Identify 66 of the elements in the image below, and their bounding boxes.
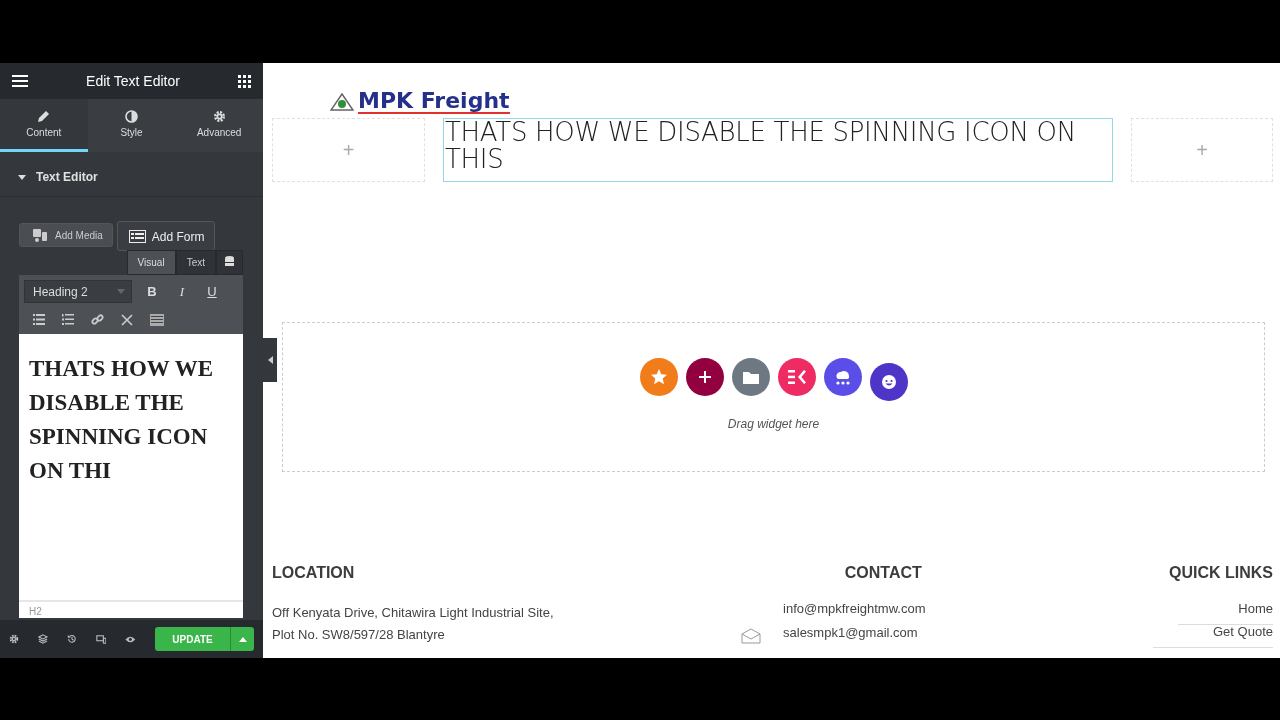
folder-button[interactable]	[731, 358, 770, 396]
caret-icon	[18, 174, 26, 180]
gear-icon	[212, 110, 226, 123]
logo-text[interactable]: MPK Freight	[358, 90, 510, 114]
caret-icon	[117, 289, 125, 294]
format-button[interactable]: B	[142, 284, 162, 299]
envelope-icon	[741, 628, 761, 644]
quick-link[interactable]: Home	[1178, 598, 1273, 625]
logo-icon	[330, 93, 354, 111]
format-button[interactable]: U	[202, 284, 222, 299]
email-link[interactable]: salesmpk1@gmail.com	[783, 622, 926, 644]
keyboard-icon[interactable]	[150, 313, 164, 326]
element-path: H2	[19, 600, 243, 618]
media-icon	[33, 228, 49, 242]
media-button[interactable]: Add Media	[19, 223, 113, 247]
panel-tab[interactable]: Style	[87, 99, 176, 152]
menu-icon[interactable]	[12, 75, 28, 87]
drop-hint: Drag widget here	[727, 417, 820, 431]
history-icon[interactable]	[66, 633, 77, 645]
editor-text[interactable]: THATS HOW WE DISABLE THE SPINNING ICON ON THI	[19, 334, 243, 488]
email-link[interactable]: info@mpkfreightmw.com	[783, 598, 926, 620]
add-button[interactable]	[685, 358, 724, 396]
update-options-button[interactable]	[230, 627, 254, 651]
heading-widget[interactable]: THATS HOW WE DISABLE THE SPINNING ICON ON THIS	[443, 118, 1113, 182]
plus-icon	[697, 370, 712, 384]
bullet-list-icon[interactable]	[33, 314, 45, 325]
contrast-icon	[125, 110, 138, 123]
footer-heading: CONTACT	[844, 564, 922, 582]
eye-icon[interactable]	[125, 634, 136, 644]
face-icon	[880, 374, 897, 390]
grid-icon[interactable]	[238, 74, 251, 88]
kit-button[interactable]	[777, 358, 816, 396]
format-button[interactable]: I	[172, 283, 192, 300]
editor-mode-tab[interactable]: Text	[175, 250, 216, 275]
panel-tab[interactable]: Advanced	[175, 99, 263, 152]
quick-link[interactable]: Get Quote	[1153, 621, 1273, 648]
pencil-icon	[37, 110, 51, 123]
face-button[interactable]	[869, 363, 908, 401]
drop-zone[interactable]: Drag widget here	[282, 322, 1265, 472]
responsive-icon[interactable]	[95, 633, 107, 645]
address-line: Plot No. SW8/597/28 Blantyre	[272, 626, 446, 644]
form-icon	[128, 230, 146, 243]
cloud-button[interactable]	[823, 358, 862, 396]
settings-icon[interactable]	[9, 633, 19, 645]
database-icon	[225, 256, 234, 267]
panel-title: Edit Text Editor	[86, 73, 180, 89]
format-select[interactable]: Heading 2	[24, 280, 132, 303]
star-button[interactable]	[639, 358, 678, 396]
footer-heading: LOCATION	[272, 564, 356, 582]
footer-heading: QUICK LINKS	[1169, 564, 1273, 582]
panel-tab[interactable]: Content	[0, 99, 88, 152]
address-line: Off Kenyata Drive, Chitawira Light Industrial Site,	[272, 604, 554, 622]
link-icon[interactable]	[91, 313, 104, 326]
database-button[interactable]	[216, 250, 243, 275]
folder-icon	[742, 370, 759, 384]
cloud-icon	[833, 368, 852, 386]
caret-icon	[238, 636, 247, 642]
editor-mode-tab[interactable]: Visual	[126, 250, 176, 275]
caret-icon	[267, 356, 273, 364]
numbered-list-icon[interactable]	[62, 314, 74, 325]
section-toggle[interactable]: Text Editor	[0, 152, 263, 197]
layers-icon[interactable]	[37, 633, 48, 645]
star-icon	[649, 368, 668, 386]
media-button[interactable]: Add Form	[116, 221, 215, 251]
collapse-panel-button[interactable]	[263, 338, 277, 382]
kit-icon	[787, 370, 806, 384]
